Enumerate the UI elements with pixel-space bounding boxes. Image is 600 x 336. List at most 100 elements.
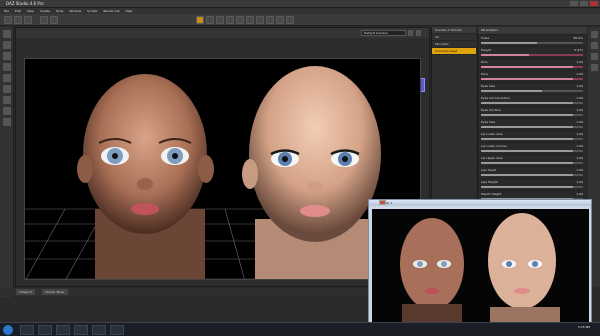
tab-shader-mixer[interactable]: Shader Mixer <box>42 289 68 295</box>
rotate-tool-icon[interactable] <box>216 16 224 24</box>
parameter-slider[interactable] <box>481 102 583 104</box>
posing-icon[interactable] <box>2 63 11 71</box>
parameter-value[interactable]: 1.00 <box>576 120 583 124</box>
camera-dropdown[interactable]: Default Camera <box>361 30 406 36</box>
taskbar-app-media[interactable] <box>56 325 70 335</box>
parameter-row[interactable]: Height 0.471 <box>478 47 587 59</box>
parameter-slider[interactable] <box>481 150 583 152</box>
tab-viewport[interactable]: Viewport <box>16 289 36 295</box>
parameter-slider[interactable] <box>481 66 583 68</box>
select-tool-icon[interactable] <box>196 16 204 24</box>
parameter-slider-fill <box>481 138 573 140</box>
universal-tool-icon[interactable] <box>236 16 244 24</box>
tool-settings-icon[interactable] <box>590 53 598 60</box>
environment-icon[interactable] <box>590 64 598 71</box>
close-button[interactable] <box>590 1 598 6</box>
viewport-options-icon[interactable] <box>408 30 413 36</box>
render-close-button[interactable] <box>379 200 386 205</box>
taskbar-app-folder[interactable] <box>74 325 88 335</box>
minimize-button[interactable] <box>570 1 578 6</box>
taskbar: 3:25 PM <box>0 322 600 336</box>
undo-icon[interactable] <box>40 16 48 24</box>
category-currently-used[interactable]: Currently Used <box>432 48 476 55</box>
parameter-value[interactable]: 1.00 <box>576 144 583 148</box>
parameter-value[interactable]: 1.00 <box>576 168 583 172</box>
parameters-tab-icon[interactable] <box>590 31 598 38</box>
spot-render-icon[interactable] <box>266 16 274 24</box>
parameters-header: Parameters <box>478 27 587 35</box>
save-icon[interactable] <box>24 16 32 24</box>
parameter-row[interactable]: Lip Lower Curves 1.00 <box>478 143 587 155</box>
start-button[interactable] <box>3 325 13 335</box>
parameter-label: Tone <box>481 72 488 76</box>
open-icon[interactable] <box>14 16 22 24</box>
parameter-row[interactable]: Eyes Size 1.00 <box>478 83 587 95</box>
taskbar-clock[interactable]: 3:25 PM <box>578 325 590 329</box>
parameter-value[interactable]: 1.00 <box>576 96 583 100</box>
parameter-value[interactable]: 1.00 <box>576 192 583 196</box>
parameter-value[interactable]: 85.0% <box>573 36 583 40</box>
parameter-row[interactable]: Lip Upper Size 1.00 <box>478 155 587 167</box>
parameter-value[interactable]: 1.00 <box>576 156 583 160</box>
parameter-slider[interactable] <box>481 126 583 128</box>
new-scene-icon[interactable] <box>4 16 12 24</box>
cameras-icon[interactable] <box>2 96 11 104</box>
move-tool-icon[interactable] <box>206 16 214 24</box>
category-favorites[interactable]: Favorites <box>432 41 476 48</box>
parameter-slider[interactable] <box>481 114 583 116</box>
scale-tool-icon[interactable] <box>226 16 234 24</box>
parameter-slider[interactable] <box>481 90 583 92</box>
scene-tab-icon[interactable] <box>590 42 598 49</box>
parameter-value[interactable]: 1.00 <box>576 132 583 136</box>
parameter-row[interactable]: Eyes Size 1.00 <box>478 119 587 131</box>
redo-icon[interactable] <box>50 16 58 24</box>
taskbar-app-explorer[interactable] <box>20 325 34 335</box>
parameter-label: Height <box>481 48 491 52</box>
render-settings-icon[interactable] <box>286 16 294 24</box>
parameter-row[interactable]: Lip Lower Size 1.00 <box>478 131 587 143</box>
render-icon[interactable] <box>276 16 284 24</box>
taskbar-app-daz[interactable] <box>92 325 106 335</box>
taskbar-app-render[interactable] <box>110 325 124 335</box>
parameter-slider[interactable] <box>481 162 583 164</box>
parameter-label: Lip Upper Size <box>481 156 503 160</box>
lights-icon[interactable] <box>2 85 11 93</box>
surfaces-icon[interactable] <box>2 107 11 115</box>
content-library-icon[interactable] <box>2 30 11 38</box>
viewport-canvas[interactable] <box>24 58 421 280</box>
category-all[interactable]: All <box>432 34 476 41</box>
parameter-slider[interactable] <box>481 42 583 44</box>
shaping-icon[interactable] <box>2 74 11 82</box>
parameter-row[interactable]: Scale 85.0% <box>478 35 587 47</box>
maximize-button[interactable] <box>580 1 588 6</box>
head-left <box>77 74 214 279</box>
parameter-slider[interactable] <box>481 174 583 176</box>
presets-icon[interactable] <box>2 52 11 60</box>
parameter-slider[interactable] <box>481 138 583 140</box>
parameter-slider[interactable] <box>481 186 583 188</box>
parameter-row[interactable]: Tone 1.00 <box>478 71 587 83</box>
joint-editor-icon[interactable] <box>246 16 254 24</box>
scene-render <box>25 66 420 279</box>
parameter-row[interactable]: Ears 1.00 <box>478 59 587 71</box>
parameter-row[interactable]: Eyes Iris Correction 1.00 <box>478 95 587 107</box>
taskbar-app-browser[interactable] <box>38 325 52 335</box>
parameter-value[interactable]: 1.00 <box>576 84 583 88</box>
parameter-value[interactable]: 1.00 <box>576 180 583 184</box>
timeline-icon[interactable] <box>2 118 11 126</box>
parameter-value[interactable]: 1.00 <box>576 60 583 64</box>
smart-content-icon[interactable] <box>2 41 11 49</box>
parameter-slider[interactable] <box>481 54 583 56</box>
parameter-label: Lips Heart <box>481 168 497 172</box>
draw-style-icon[interactable] <box>416 30 421 36</box>
parameter-row[interactable]: Eyes Iris Size 1.00 <box>478 107 587 119</box>
parameter-value[interactable]: 1.00 <box>576 108 583 112</box>
render-image <box>372 209 589 325</box>
parameter-slider[interactable] <box>481 78 583 80</box>
parameter-row[interactable]: Lips Height 1.00 <box>478 179 587 191</box>
parameter-value[interactable]: 1.00 <box>576 72 583 76</box>
parameter-row[interactable]: Lips Heart 1.00 <box>478 167 587 179</box>
surface-tool-icon[interactable] <box>256 16 264 24</box>
figure-dropdown[interactable]: Genesis 2 Female <box>432 27 476 34</box>
parameter-value[interactable]: 0.471 <box>574 48 583 52</box>
